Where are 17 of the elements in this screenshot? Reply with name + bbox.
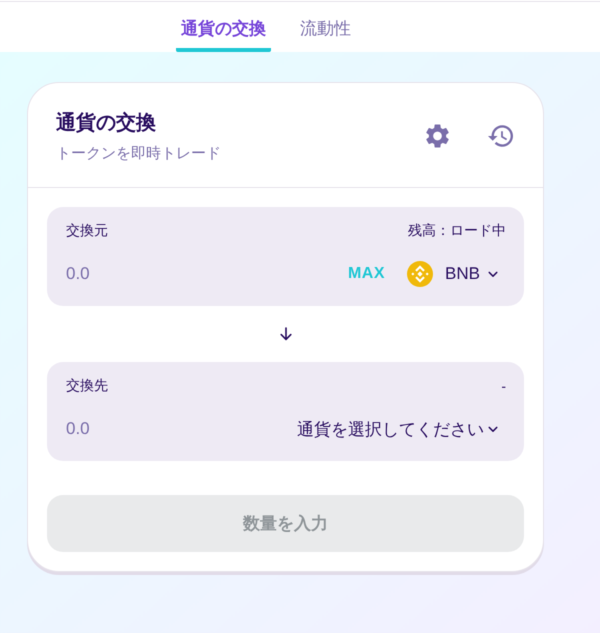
chevron-down-icon [488,426,498,432]
nav-tab[interactable]: 流動性 [295,2,356,52]
amount-input[interactable]: 0.0 [66,409,297,449]
coin-icon [407,261,434,287]
card-subtitle: トークンを即時トレード [56,144,221,163]
clock-arrow-icon[interactable] [488,125,513,147]
amount-input[interactable]: 0.0 [66,254,340,294]
chevron-down-icon [488,270,498,278]
panel-label: 交換先 [66,377,108,395]
settings-icon[interactable] [426,124,449,148]
currency-select-button[interactable]: 通貨を選択してください [297,409,506,449]
balance-text: 残高：ロード中 [408,222,506,240]
currency-select-button[interactable]: BNB [407,254,506,294]
down-arrow-icon[interactable] [280,327,292,341]
card-title: 通貨の交換 [56,110,156,136]
panel-label: 交換元 [66,222,108,240]
balance-text: - [501,378,506,394]
